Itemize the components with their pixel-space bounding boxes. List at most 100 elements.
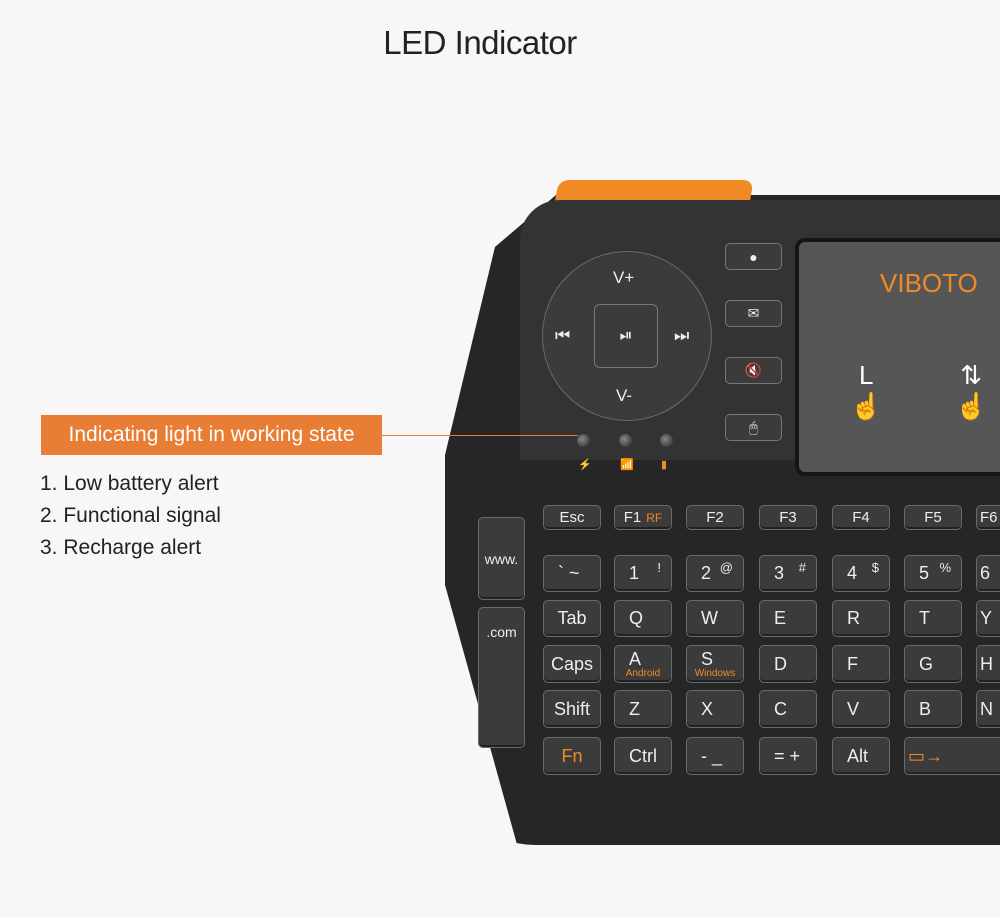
key-c[interactable]: C [759, 690, 817, 728]
key-w[interactable]: W [686, 600, 744, 637]
next-track-button[interactable]: ⏭ [674, 326, 689, 346]
key-fn[interactable]: Fn [543, 737, 601, 775]
key-label: Alt [847, 745, 869, 766]
mouse-button[interactable]: 🖱 [725, 414, 782, 441]
key-alt[interactable]: Alt [832, 737, 890, 775]
key-label: X [701, 698, 714, 719]
key-label: B [919, 698, 932, 719]
left-click-gesture: L ☝ [850, 360, 882, 422]
key-label: = + [774, 745, 801, 766]
page-title: LED Indicator [383, 24, 577, 61]
key-2[interactable]: 2 @ [686, 555, 744, 592]
key-f1[interactable]: F1 RF [614, 505, 672, 530]
key-q[interactable]: Q [614, 600, 672, 637]
callout-item: 3. Recharge alert [40, 536, 202, 559]
key-n[interactable]: N [976, 690, 1000, 728]
key-d[interactable]: D [759, 645, 817, 683]
key-label: H [980, 653, 993, 674]
key-1[interactable]: 1! [614, 555, 672, 592]
key-label: Y [980, 608, 993, 628]
led-light [619, 434, 632, 447]
key-a[interactable]: A Android [614, 645, 672, 683]
key-f6[interactable]: F6 [976, 505, 1000, 530]
play-button[interactable]: ● [725, 243, 782, 270]
mute-button[interactable]: 🔇 [725, 357, 782, 384]
volume-down-button[interactable]: V- [616, 386, 632, 406]
key--[interactable]: = + [759, 737, 817, 775]
play-icon: ● [749, 248, 758, 265]
key-f[interactable]: F [832, 645, 890, 683]
key-6[interactable]: 6 [976, 555, 1000, 592]
key-www[interactable]: www. [478, 517, 525, 600]
tap-icon: ☝ [850, 391, 883, 421]
key-tab[interactable]: Tab [543, 600, 601, 637]
key-label: 3 [774, 563, 785, 583]
key-label: A [629, 648, 642, 669]
key-g[interactable]: G [904, 645, 962, 683]
key-label: Tab [557, 608, 587, 628]
key-h[interactable]: H [976, 645, 1000, 683]
key-e[interactable]: E [759, 600, 817, 637]
key-v[interactable]: V [832, 690, 890, 728]
key-caps[interactable]: Caps [543, 645, 601, 683]
led-light [660, 434, 673, 447]
key-f3[interactable]: F3 [759, 505, 817, 530]
key-s[interactable]: S Windows [686, 645, 744, 683]
key-label: F4 [852, 509, 870, 526]
key-label: 6 [980, 563, 991, 583]
key--[interactable]: ▭→ [904, 737, 1000, 775]
key-shift-label: ! [657, 560, 661, 575]
key-shift-label: $ [871, 560, 879, 575]
key-x[interactable]: X [686, 690, 744, 728]
key-label: Ctrl [629, 745, 657, 766]
volume-up-button[interactable]: V+ [613, 268, 634, 288]
key-label: Fn [561, 745, 583, 766]
key-shift-label: # [798, 560, 806, 575]
key-label: W [701, 608, 718, 628]
key-label: F6 [980, 509, 998, 526]
key-label: - _ [701, 745, 723, 766]
scroll-icon: ☝ [955, 391, 988, 421]
callout-line [382, 435, 578, 436]
key-label: F2 [706, 509, 724, 526]
led-light [577, 434, 590, 447]
key--[interactable]: - _ [686, 737, 744, 775]
mail-icon: ✉ [747, 305, 760, 321]
callout-label: Indicating light in working state [41, 415, 382, 455]
key--[interactable]: ` ~ [543, 555, 601, 592]
key-alt-label: RF [646, 510, 663, 525]
key-label: 2 [701, 563, 712, 583]
key-f2[interactable]: F2 [686, 505, 744, 530]
key-esc[interactable]: Esc [543, 505, 601, 530]
key-y[interactable]: Y [976, 600, 1000, 637]
key-label: 4 [847, 563, 858, 583]
key-label: G [919, 653, 934, 674]
key-f4[interactable]: F4 [832, 505, 890, 530]
key-label: Esc [559, 509, 585, 526]
key-label: Shift [553, 698, 591, 719]
key-label: F1 [623, 509, 642, 526]
key-ctrl[interactable]: Ctrl [614, 737, 672, 775]
key-5[interactable]: 5% [904, 555, 962, 592]
scroll-gesture: ⇅ ☝ [955, 360, 987, 422]
key-label: Q [629, 608, 644, 628]
key-com[interactable]: .com [478, 607, 525, 748]
signal-icon: 📶 [620, 459, 634, 471]
key-shift-label: @ [719, 560, 733, 575]
key-3[interactable]: 3 # [759, 555, 817, 592]
callout-item: 2. Functional signal [40, 504, 221, 527]
key-f5[interactable]: F5 [904, 505, 962, 530]
key-4[interactable]: 4 $ [832, 555, 890, 592]
key-r[interactable]: R [832, 600, 890, 637]
key-t[interactable]: T [904, 600, 962, 637]
key-z[interactable]: Z [614, 690, 672, 728]
key-b[interactable]: B [904, 690, 962, 728]
key-label: T [919, 608, 930, 628]
key-shift[interactable]: Shift [543, 690, 601, 728]
key-label: S [701, 648, 714, 669]
play-pause-button[interactable]: ⏯ [594, 304, 658, 368]
key-label: 1 [629, 563, 640, 583]
mail-button[interactable]: ✉ [725, 300, 782, 327]
callout-item: 1. Low battery alert [40, 472, 219, 495]
previous-track-button[interactable]: ⏮ [555, 326, 570, 346]
